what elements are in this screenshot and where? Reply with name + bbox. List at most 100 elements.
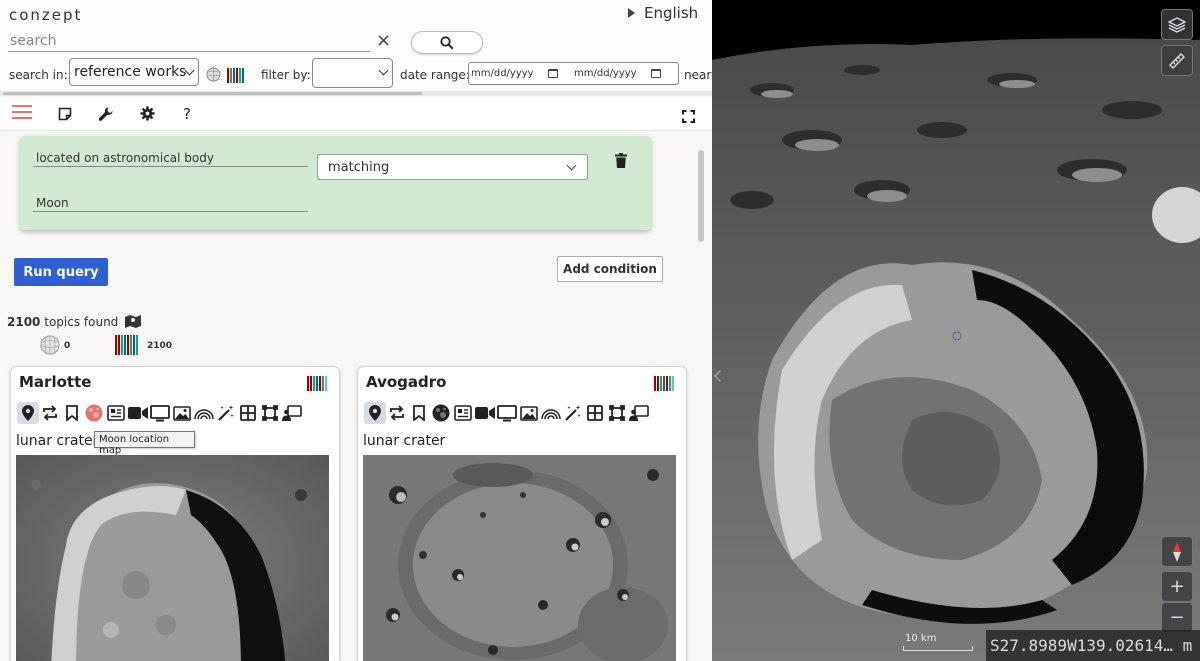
bookmark-icon[interactable] xyxy=(408,402,430,424)
newspaper-icon[interactable] xyxy=(105,402,127,424)
monitor-icon[interactable] xyxy=(496,402,518,424)
property-underline xyxy=(33,166,308,167)
image-icon[interactable] xyxy=(518,402,540,424)
app-logo[interactable]: conzept xyxy=(9,6,82,24)
wikipedia-icon[interactable] xyxy=(206,67,221,86)
crater-image[interactable] xyxy=(363,455,676,661)
run-query-button[interactable]: Run query xyxy=(14,258,108,286)
video-camera-icon[interactable] xyxy=(474,402,496,424)
menu-icon[interactable] xyxy=(12,104,32,124)
add-condition-button[interactable]: Add condition xyxy=(557,256,663,282)
operator-value: matching xyxy=(328,160,390,175)
date-range-label: date range: xyxy=(400,68,470,82)
main-toolbar: ? xyxy=(0,97,712,131)
wikipedia-count: 0 xyxy=(64,341,71,351)
crop-icon[interactable] xyxy=(606,402,628,424)
operator-select[interactable]: matching xyxy=(317,154,588,180)
monitor-icon[interactable] xyxy=(149,402,171,424)
location-pin-icon[interactable] xyxy=(364,402,386,424)
date-end-field[interactable]: mm/dd/yyyy xyxy=(574,68,637,79)
object-underline xyxy=(33,211,308,212)
wikidata-icon[interactable] xyxy=(307,376,327,391)
scale-bar xyxy=(903,646,973,651)
grid-icon[interactable] xyxy=(584,402,606,424)
magic-wand-icon[interactable] xyxy=(215,402,237,424)
calendar-icon[interactable] xyxy=(651,69,661,78)
search-options-row: search in: reference works filter by: da… xyxy=(0,58,712,90)
object-field[interactable]: Moon xyxy=(36,196,69,210)
wrench-icon[interactable] xyxy=(98,106,114,126)
wikidata-icon[interactable] xyxy=(227,68,244,83)
map-icon[interactable] xyxy=(125,315,142,331)
scrollbar-thumb[interactable] xyxy=(3,92,422,95)
moon-globe-icon[interactable] xyxy=(83,402,105,424)
zoom-out-button[interactable]: − xyxy=(1161,602,1193,633)
card-subtitle: lunar crater xyxy=(16,433,99,449)
wikidata-icon[interactable] xyxy=(115,335,138,355)
rainbow-icon[interactable] xyxy=(540,402,562,424)
crater-image[interactable] xyxy=(16,455,329,661)
search-panel: conzept English × search in: reference w… xyxy=(0,0,712,661)
wikidata-count: 2100 xyxy=(147,341,173,351)
search-header: conzept English × search in: reference w… xyxy=(0,0,712,96)
rainbow-icon[interactable] xyxy=(193,402,215,424)
search-button[interactable] xyxy=(411,31,483,54)
tooltip: Moon location map xyxy=(94,431,195,456)
property-field[interactable]: located on astronomical body xyxy=(36,151,214,165)
results-count-label: topics found xyxy=(44,315,119,329)
layers-icon xyxy=(1168,16,1186,33)
clear-search-button[interactable]: × xyxy=(376,31,391,51)
video-camera-icon[interactable] xyxy=(127,402,149,424)
crop-icon[interactable] xyxy=(259,402,281,424)
card-title[interactable]: Avogadro xyxy=(366,373,446,391)
language-selector[interactable]: English xyxy=(628,4,698,22)
vertical-scrollbar[interactable] xyxy=(698,150,704,242)
card-action-icons xyxy=(364,401,650,425)
card-subtitle: lunar crater xyxy=(363,433,446,449)
near-label: near xyxy=(684,68,712,82)
newspaper-icon[interactable] xyxy=(452,402,474,424)
filter-by-select[interactable] xyxy=(312,58,393,88)
zoom-in-button[interactable]: + xyxy=(1161,571,1193,602)
measure-button[interactable] xyxy=(1161,45,1193,76)
sticky-note-icon[interactable] xyxy=(58,106,72,125)
trash-icon[interactable] xyxy=(615,153,627,172)
lunar-surface-render[interactable] xyxy=(712,0,1200,661)
repeat-icon[interactable] xyxy=(386,402,408,424)
date-range-input[interactable]: mm/dd/yyyy mm/dd/yyyy xyxy=(468,62,679,85)
magic-wand-icon[interactable] xyxy=(562,402,584,424)
chevron-down-icon xyxy=(566,160,577,171)
query-condition: located on astronomical body matching Mo… xyxy=(20,136,651,230)
horizontal-scrollbar[interactable] xyxy=(0,91,712,96)
filter-by-label: filter by: xyxy=(261,68,311,82)
date-start-field[interactable]: mm/dd/yyyy xyxy=(471,68,534,79)
result-card[interactable]: Marlotte lunar crater xyxy=(10,366,340,661)
layers-button[interactable] xyxy=(1161,9,1193,40)
help-icon[interactable]: ? xyxy=(183,105,191,123)
card-title[interactable]: Marlotte xyxy=(19,373,91,391)
triangle-right-icon xyxy=(628,8,635,18)
presentation-icon[interactable] xyxy=(628,402,650,424)
card-action-icons xyxy=(17,401,303,425)
globe-view[interactable]: + − 10 km S27.8989W139.02614… m xyxy=(712,0,1200,661)
calendar-icon[interactable] xyxy=(548,69,558,78)
repeat-icon[interactable] xyxy=(39,402,61,424)
result-card[interactable]: Avogadro lunar crater xyxy=(357,366,687,661)
image-icon[interactable] xyxy=(171,402,193,424)
bookmark-icon[interactable] xyxy=(61,402,83,424)
compass-button[interactable] xyxy=(1161,536,1193,567)
chevron-down-icon xyxy=(378,65,389,76)
grid-icon[interactable] xyxy=(237,402,259,424)
search-in-label: search in: xyxy=(9,68,68,82)
wikidata-icon[interactable] xyxy=(654,376,674,391)
fullscreen-icon[interactable] xyxy=(682,108,695,127)
search-in-select[interactable]: reference works xyxy=(69,58,199,86)
gear-icon[interactable] xyxy=(140,106,155,125)
search-input[interactable] xyxy=(8,31,370,52)
search-icon xyxy=(440,35,454,50)
compass-icon xyxy=(1173,541,1181,562)
location-pin-icon[interactable] xyxy=(17,402,39,424)
wikipedia-icon[interactable] xyxy=(40,335,60,358)
moon-globe-icon[interactable] xyxy=(430,402,452,424)
presentation-icon[interactable] xyxy=(281,402,303,424)
